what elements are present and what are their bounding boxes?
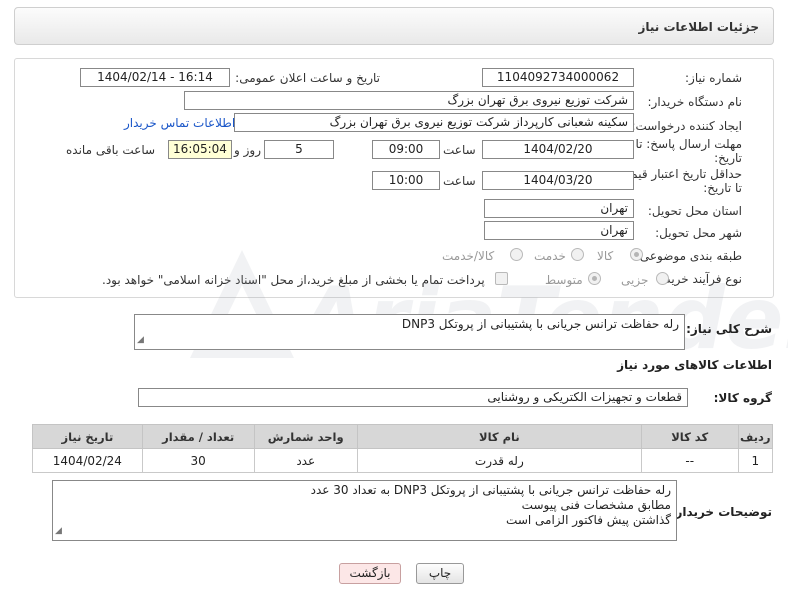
need-number-field: 1104092734000062 <box>482 68 634 87</box>
treasury-payment-checkbox[interactable] <box>495 272 508 285</box>
category-both-label: کالا/خدمت <box>442 249 495 263</box>
process-minor-label: جزیی <box>621 273 649 287</box>
col-code: کد کالا <box>640 424 739 449</box>
buyer-notes-line-1: رله حفاظت ترانس جریانی با پشتیبانی از پر… <box>310 483 671 497</box>
description-label: شرح کلی نیاز: <box>686 322 772 336</box>
col-row: ردیف <box>737 424 774 449</box>
remaining-time-field: 16:05:04 <box>168 140 232 159</box>
creator-field: سکینه شعبانی کارپرداز شرکت توزیع نیروی ب… <box>234 113 634 132</box>
row-name: رله قدرت <box>356 448 642 473</box>
validity-label: حداقل تاریخ اعتبار قیمت: <box>615 167 742 181</box>
col-quantity: تعداد / مقدار <box>141 424 255 449</box>
announce-label: تاریخ و ساعت اعلان عمومی: <box>235 71 380 85</box>
days-remaining-field: 5 <box>264 140 334 159</box>
process-medium-radio[interactable] <box>588 272 601 285</box>
process-medium-label: متوسط <box>545 273 583 287</box>
deadline-date-field: 1404/02/20 <box>482 140 634 159</box>
category-both-radio[interactable] <box>510 248 523 261</box>
province-field: تهران <box>484 199 634 218</box>
creator-label: ایجاد کننده درخواست: <box>631 119 742 133</box>
row-index: 1 <box>737 448 774 473</box>
validity-date-label: تا تاریخ: <box>703 181 742 195</box>
col-name: نام کالا <box>356 424 642 449</box>
category-goods-radio[interactable] <box>630 248 643 261</box>
goods-table-header: ردیف کد کالا نام کالا واحد شمارش تعداد /… <box>32 424 774 449</box>
days-label: روز و <box>234 143 261 157</box>
goods-group-label: گروه کالا: <box>713 391 772 405</box>
process-minor-radio[interactable] <box>656 272 669 285</box>
city-label: شهر محل تحویل: <box>655 226 742 240</box>
process-label: نوع فرآیند خرید : <box>657 272 742 286</box>
buyer-notes-line-2: مطابق مشخصات فنی پیوست <box>521 498 671 512</box>
goods-table: ردیف کد کالا نام کالا واحد شمارش تعداد /… <box>32 424 774 473</box>
category-service-radio[interactable] <box>571 248 584 261</box>
treasury-payment-note: پرداخت تمام یا بخشی از مبلغ خرید،از محل … <box>102 273 485 287</box>
province-label: استان محل تحویل: <box>647 204 742 218</box>
table-row: 1 -- رله قدرت عدد 30 1404/02/24 <box>32 448 774 473</box>
resize-handle-icon[interactable]: ◢ <box>137 333 144 348</box>
row-quantity: 30 <box>141 448 255 473</box>
deadline-label: مهلت ارسال پاسخ: تا <box>635 137 742 151</box>
row-need-date: 1404/02/24 <box>32 448 143 473</box>
print-button[interactable]: چاپ <box>416 563 464 584</box>
buyer-notes-field: رله حفاظت ترانس جریانی با پشتیبانی از پر… <box>52 480 677 541</box>
page-title: جزئیات اطلاعات نیاز <box>638 20 759 34</box>
resize-handle-icon[interactable]: ◢ <box>55 524 62 539</box>
description-field: رله حفاظت ترانس جریانی با پشتیبانی از پر… <box>134 314 685 350</box>
buyer-notes-label: توضیحات خریدار: <box>670 505 772 519</box>
buyer-field: شرکت توزیع نیروی برق تهران بزرگ <box>184 91 634 110</box>
validity-time-label: ساعت <box>443 174 476 188</box>
page-header: جزئیات اطلاعات نیاز <box>14 7 774 45</box>
validity-date-field: 1404/03/20 <box>482 171 634 190</box>
goods-group-field: قطعات و تجهیزات الکتریکی و روشنایی <box>138 388 688 407</box>
description-text: رله حفاظت ترانس جریانی با پشتیبانی از پر… <box>401 317 679 331</box>
deadline-time-label: ساعت <box>443 143 476 157</box>
back-button[interactable]: بازگشت <box>339 563 401 584</box>
buyer-contact-link[interactable]: اطلاعات تماس خریدار <box>124 116 235 130</box>
deadline-time-field: 09:00 <box>372 140 440 159</box>
need-number-label: شماره نیاز: <box>685 71 742 85</box>
col-unit: واحد شمارش <box>253 424 358 449</box>
row-code: -- <box>640 448 739 473</box>
validity-time-field: 10:00 <box>372 171 440 190</box>
category-label: طبقه بندی موضوعی: <box>635 249 742 263</box>
category-service-label: خدمت <box>534 249 566 263</box>
deadline-date-label: تاریخ: <box>714 151 742 165</box>
city-field: تهران <box>484 221 634 240</box>
goods-section-title: اطلاعات کالاهای مورد نیاز <box>617 358 772 372</box>
buyer-label: نام دستگاه خریدار: <box>647 95 743 109</box>
announce-field: 1404/02/14 - 16:14 <box>80 68 230 87</box>
category-goods-label: کالا <box>597 249 614 263</box>
row-unit: عدد <box>253 448 358 473</box>
buyer-notes-line-3: گذاشتن پیش فاکتور الزامی است <box>506 513 671 527</box>
col-need-date: تاریخ نیاز <box>32 424 143 449</box>
remaining-time-label: ساعت باقی مانده <box>66 143 156 157</box>
